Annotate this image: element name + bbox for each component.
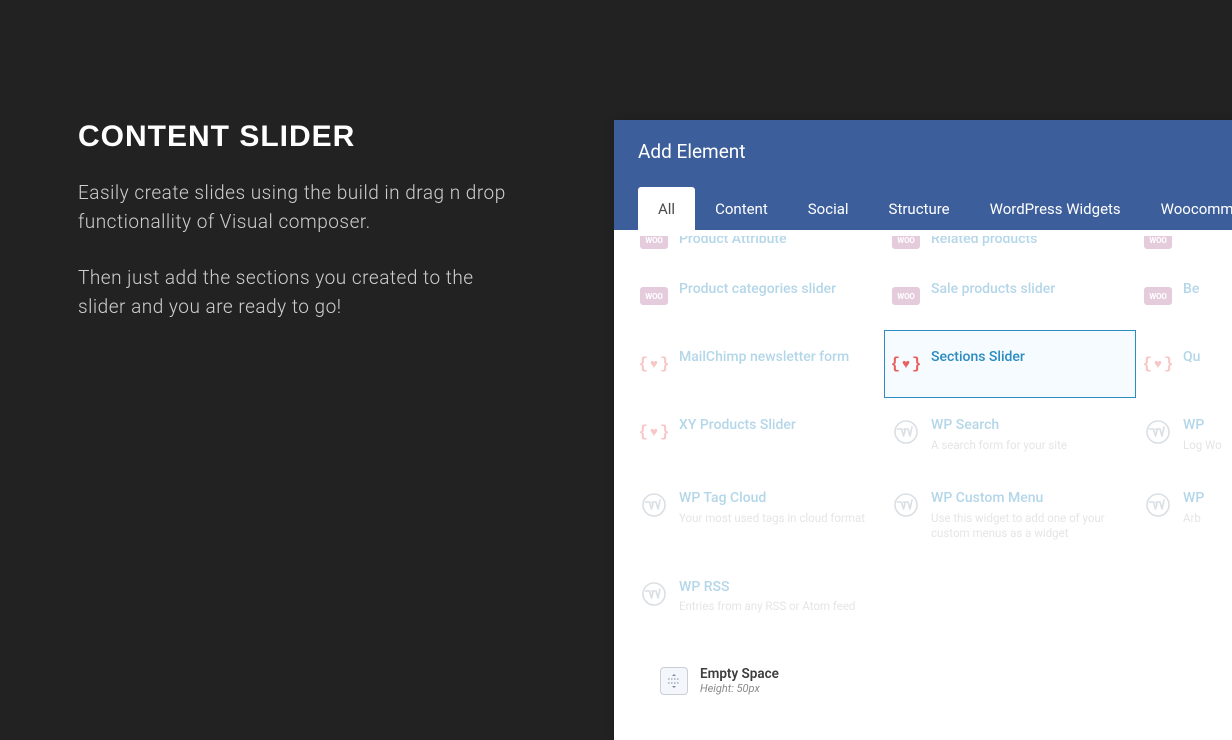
element-title: Qu	[1183, 349, 1200, 367]
vc-heart-icon: {♥}	[639, 349, 669, 379]
promo-paragraph-2: Then just add the sections you created t…	[78, 263, 518, 322]
vc-heart-icon: {♥}	[1143, 349, 1173, 379]
element-desc: Your most used tags in cloud format	[679, 511, 865, 526]
element-tile[interactable]: WOO Product categories slider	[632, 262, 884, 330]
element-tile[interactable]: {♥} XY Products Slider	[632, 398, 884, 471]
tab-social[interactable]: Social	[788, 187, 869, 230]
category-tabs: AllContentSocialStructureWordPress Widge…	[614, 182, 1232, 230]
tab-all[interactable]: All	[638, 187, 695, 230]
element-desc: Entries from any RSS or Atom feed	[679, 599, 855, 614]
promo-heading: CONTENT SLIDER	[78, 120, 518, 154]
wordpress-icon	[891, 417, 921, 447]
wordpress-icon	[639, 490, 669, 520]
woocommerce-icon: WOO	[639, 236, 669, 255]
element-tile[interactable]: WP Custom Menu Use this widget to add one…	[884, 471, 1136, 559]
woocommerce-icon: WOO	[1143, 236, 1173, 255]
element-title: WP	[1183, 417, 1222, 435]
element-tile[interactable]: WP Search A search form for your site	[884, 398, 1136, 471]
element-tile[interactable]: {♥} Qu	[1136, 330, 1232, 398]
element-title: MailChimp newsletter form	[679, 349, 849, 367]
tab-woocommerce[interactable]: Woocommerce	[1141, 187, 1232, 230]
element-title: Product categories slider	[679, 281, 836, 299]
element-title: WP Search	[931, 417, 1067, 435]
wordpress-icon	[1143, 417, 1173, 447]
element-tile[interactable]: WOO	[1136, 236, 1232, 262]
vc-heart-icon: {♥}	[891, 349, 921, 379]
empty-space-element[interactable]: Empty Space Height: 50px	[660, 666, 779, 695]
element-title: Sections Slider	[931, 349, 1025, 367]
element-desc: Use this widget to add one of your custo…	[931, 511, 1125, 541]
element-tile[interactable]: WP Arb	[1136, 471, 1232, 559]
promo-block: CONTENT SLIDER Easily create slides usin…	[78, 120, 518, 348]
wordpress-icon	[639, 579, 669, 609]
element-desc: Arb	[1183, 511, 1204, 526]
element-title: Be	[1183, 281, 1199, 299]
element-title: WP	[1183, 490, 1204, 508]
tab-content[interactable]: Content	[695, 187, 788, 230]
wordpress-icon	[1143, 490, 1173, 520]
element-title: WP RSS	[679, 579, 855, 597]
elements-area: WOOProduct AttributeWOORelated productsW…	[614, 230, 1232, 653]
element-tile[interactable]: WOO Related products	[884, 236, 1136, 262]
wordpress-icon	[891, 490, 921, 520]
element-tile[interactable]: WP RSS Entries from any RSS or Atom feed	[632, 560, 884, 633]
empty-space-desc: Height: 50px	[700, 682, 779, 695]
element-title: Sale products slider	[931, 281, 1055, 299]
element-title: Product Attribute	[679, 236, 787, 249]
modal-title: Add Element	[614, 120, 1232, 182]
element-desc: Log Wo	[1183, 438, 1222, 453]
woocommerce-icon: WOO	[1143, 281, 1173, 311]
woocommerce-icon: WOO	[891, 281, 921, 311]
empty-space-icon	[660, 667, 688, 695]
empty-space-title: Empty Space	[700, 666, 779, 682]
tab-structure[interactable]: Structure	[869, 187, 970, 230]
element-title: WP Tag Cloud	[679, 490, 865, 508]
woocommerce-icon: WOO	[639, 281, 669, 311]
tab-wordpress-widgets[interactable]: WordPress Widgets	[970, 187, 1141, 230]
element-tile[interactable]: WOO Sale products slider	[884, 262, 1136, 330]
add-element-modal: Add Element AllContentSocialStructureWor…	[614, 120, 1232, 740]
element-tile[interactable]: WP Tag Cloud Your most used tags in cloud…	[632, 471, 884, 559]
element-tile[interactable]: WP Log Wo	[1136, 398, 1232, 471]
promo-paragraph-1: Easily create slides using the build in …	[78, 178, 518, 237]
vc-heart-icon: {♥}	[639, 417, 669, 447]
element-tile[interactable]: {♥} Sections Slider	[884, 330, 1136, 398]
element-title: Related products	[931, 236, 1037, 249]
element-tile[interactable]: {♥} MailChimp newsletter form	[632, 330, 884, 398]
element-tile[interactable]: WOO Product Attribute	[632, 236, 884, 262]
element-tile[interactable]: WOO Be	[1136, 262, 1232, 330]
element-desc: A search form for your site	[931, 438, 1067, 453]
element-title: WP Custom Menu	[931, 490, 1125, 508]
element-title: XY Products Slider	[679, 417, 796, 435]
woocommerce-icon: WOO	[891, 236, 921, 255]
